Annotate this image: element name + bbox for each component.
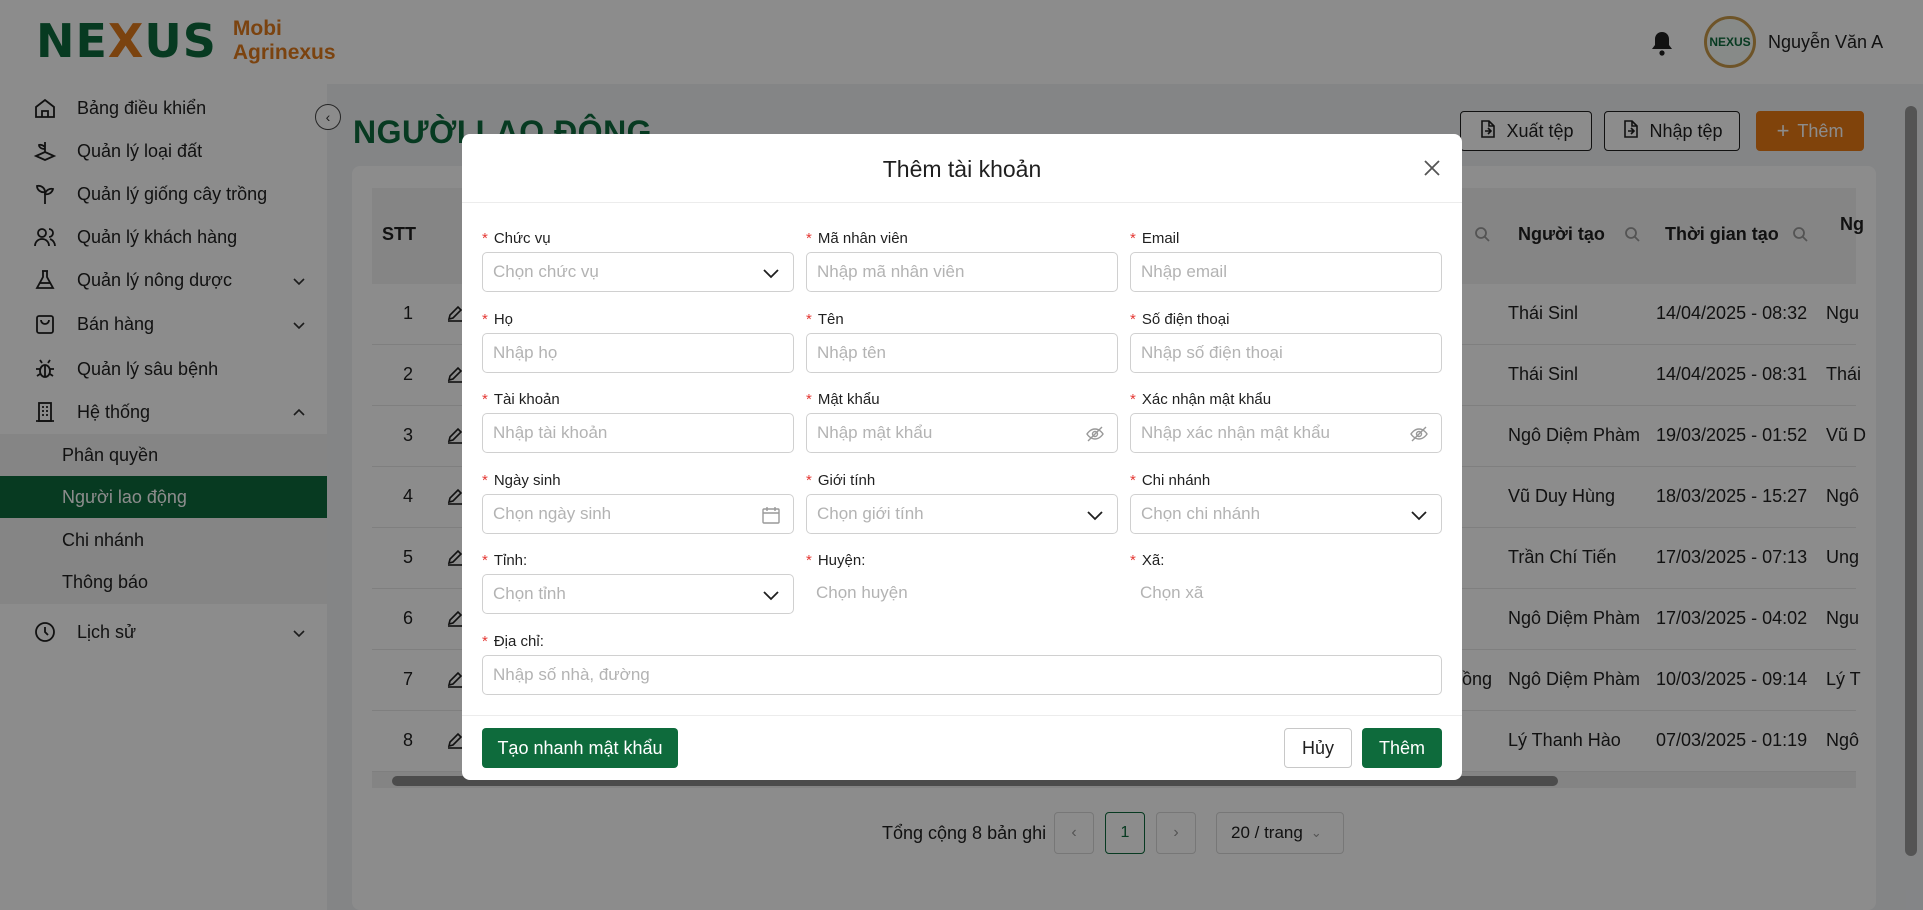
gender-label: * Giới tính: [806, 472, 876, 489]
position-select[interactable]: Chọn chức vụ: [482, 252, 794, 292]
add-account-modal: Thêm tài khoản * Chức vụ Chọn chức vụ * Mã…: [462, 134, 1462, 780]
position-label: * Chức vụ: [482, 230, 551, 247]
birthday-label: * Ngày sinh: [482, 472, 561, 489]
account-label: * Tài khoản: [482, 391, 560, 408]
submit-button[interactable]: Thêm: [1362, 728, 1442, 768]
divider: [462, 202, 1462, 203]
province-label: * Tỉnh:: [482, 552, 528, 569]
employee-code-input[interactable]: Nhập mã nhân viên: [806, 252, 1118, 292]
address-label: * Địa chỉ:: [482, 633, 544, 650]
district-label: * Huyện:: [806, 552, 866, 569]
ward-label: * Xã:: [1130, 552, 1165, 569]
last-name-input[interactable]: Nhập họ: [482, 333, 794, 373]
ward-select[interactable]: Chọn xã: [1140, 583, 1203, 603]
gender-select[interactable]: Chọn giới tính: [806, 494, 1118, 534]
phone-label: * Số điện thoại: [1130, 311, 1230, 328]
calendar-icon: [761, 505, 781, 525]
province-select[interactable]: Chọn tỉnh: [482, 574, 794, 614]
employee-code-label: * Mã nhân viên: [806, 230, 908, 247]
district-select[interactable]: Chọn huyện: [816, 583, 908, 603]
confirm-password-input[interactable]: Nhập xác nhận mật khẩu: [1130, 413, 1442, 453]
chevron-down-icon: [1085, 505, 1105, 525]
chevron-down-icon: [761, 585, 781, 605]
branch-select[interactable]: Chọn chi nhánh: [1130, 494, 1442, 534]
confirm-password-label: * Xác nhận mật khẩu: [1130, 391, 1272, 408]
password-label: * Mật khẩu: [806, 391, 880, 408]
first-name-label: * Tên: [806, 311, 844, 328]
eye-invisible-icon[interactable]: [1085, 424, 1105, 444]
last-name-label: * Họ: [482, 311, 514, 328]
chevron-down-icon: [761, 263, 781, 283]
phone-input[interactable]: Nhập số điện thoại: [1130, 333, 1442, 373]
password-input[interactable]: Nhập mật khẩu: [806, 413, 1118, 453]
eye-invisible-icon[interactable]: [1409, 424, 1429, 444]
address-input[interactable]: Nhập số nhà, đường: [482, 655, 1442, 695]
first-name-input[interactable]: Nhập tên: [806, 333, 1118, 373]
email-input[interactable]: Nhập email: [1130, 252, 1442, 292]
modal-title: Thêm tài khoản: [882, 156, 1042, 182]
birthday-picker[interactable]: Chọn ngày sinh: [482, 494, 794, 534]
chevron-down-icon: [1409, 505, 1429, 525]
generate-password-button[interactable]: Tạo nhanh mật khẩu: [482, 728, 678, 768]
cancel-button[interactable]: Hủy: [1284, 728, 1352, 768]
branch-label: * Chi nhánh: [1130, 472, 1211, 489]
close-icon[interactable]: [1422, 158, 1442, 178]
email-label: * Email: [1130, 230, 1180, 247]
divider: [462, 715, 1462, 716]
account-input[interactable]: Nhập tài khoản: [482, 413, 794, 453]
